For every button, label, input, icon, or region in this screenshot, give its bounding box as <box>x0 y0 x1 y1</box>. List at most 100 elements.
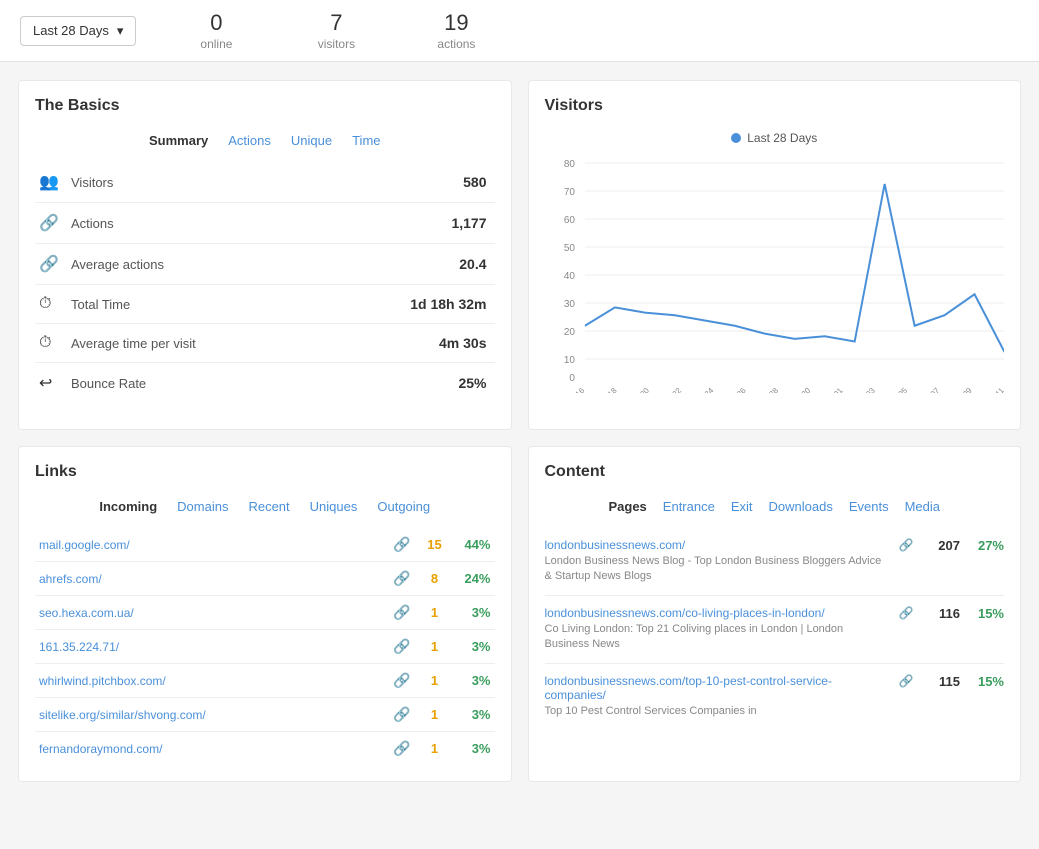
row-value: 20.4 <box>324 244 495 285</box>
content-pct: 15% <box>968 606 1004 621</box>
visitors-value: 7 <box>296 10 376 36</box>
tab-events[interactable]: Events <box>849 497 889 516</box>
tab-unique[interactable]: Unique <box>291 131 332 150</box>
visitors-title: Visitors <box>545 97 1005 115</box>
content-tabs: Pages Entrance Exit Downloads Events Med… <box>545 497 1005 516</box>
row-label: Total Time <box>67 285 324 324</box>
link-pct: 3% <box>455 596 495 630</box>
links-tabs: Incoming Domains Recent Uniques Outgoing <box>35 497 495 516</box>
content-info: londonbusinessnews.com/ London Business … <box>545 538 889 585</box>
link-count: 1 <box>415 664 455 698</box>
tab-entrance[interactable]: Entrance <box>663 497 715 516</box>
external-icon[interactable]: 🔗 <box>896 674 916 688</box>
row-value: 1,177 <box>324 203 495 244</box>
row-label: Average actions <box>67 244 324 285</box>
link-count: 1 <box>415 630 455 664</box>
link-url[interactable]: ahrefs.com/ <box>39 572 102 586</box>
stat-actions: 19 actions <box>416 10 496 51</box>
external-link-icon[interactable]: 🔗 <box>393 706 410 722</box>
tab-exit[interactable]: Exit <box>731 497 753 516</box>
external-link-icon[interactable]: 🔗 <box>393 740 410 756</box>
svg-text:40: 40 <box>563 271 575 282</box>
link-url[interactable]: fernandoraymond.com/ <box>39 742 162 756</box>
svg-text:2021-01-11: 2021-01-11 <box>971 386 1004 393</box>
content-desc: Co Living London: Top 21 Coliving places… <box>545 622 889 653</box>
svg-text:2021-01-09: 2021-01-09 <box>938 386 974 393</box>
row-icon: ⏱ <box>39 295 51 312</box>
tab-media[interactable]: Media <box>905 497 940 516</box>
visitors-panel: Visitors Last 28 Days 80 70 60 50 4 <box>528 80 1022 430</box>
external-link-icon[interactable]: 🔗 <box>393 536 410 552</box>
svg-text:70: 70 <box>563 187 575 198</box>
external-icon[interactable]: 🔗 <box>896 538 916 552</box>
row-icon: 🔗 <box>39 256 59 273</box>
online-label: online <box>200 37 232 51</box>
svg-text:80: 80 <box>563 159 575 170</box>
link-url[interactable]: 161.35.224.71/ <box>39 640 119 654</box>
tab-domains[interactable]: Domains <box>177 497 228 516</box>
tab-outgoing[interactable]: Outgoing <box>377 497 430 516</box>
row-icon: ↩ <box>39 375 52 392</box>
basics-row: 🔗 Average actions 20.4 <box>35 244 495 285</box>
online-value: 0 <box>176 10 256 36</box>
list-item: londonbusinessnews.com/co-living-places-… <box>545 596 1005 664</box>
svg-text:2020-12-16: 2020-12-16 <box>551 386 587 393</box>
tab-uniques[interactable]: Uniques <box>310 497 358 516</box>
link-url[interactable]: whirlwind.pitchbox.com/ <box>39 674 166 688</box>
basics-row: ⏱ Average time per visit 4m 30s <box>35 324 495 363</box>
svg-text:10: 10 <box>563 355 575 366</box>
tab-downloads[interactable]: Downloads <box>769 497 833 516</box>
svg-text:2020-12-20: 2020-12-20 <box>615 386 651 393</box>
date-filter[interactable]: Last 28 Days ▾ <box>20 16 136 46</box>
list-item: 161.35.224.71/ 🔗 1 3% <box>35 630 495 664</box>
external-link-icon[interactable]: 🔗 <box>393 638 410 654</box>
link-pct: 24% <box>455 562 495 596</box>
content-url[interactable]: londonbusinessnews.com/top-10-pest-contr… <box>545 674 889 702</box>
svg-text:2021-01-03: 2021-01-03 <box>841 386 877 393</box>
svg-text:2020-12-28: 2020-12-28 <box>744 386 780 393</box>
content-count: 207 <box>924 538 960 553</box>
tab-incoming[interactable]: Incoming <box>99 497 157 516</box>
list-item: sitelike.org/similar/shvong.com/ 🔗 1 3% <box>35 698 495 732</box>
link-count: 8 <box>415 562 455 596</box>
link-pct: 44% <box>455 528 495 562</box>
svg-text:2020-12-30: 2020-12-30 <box>777 386 813 393</box>
content-info: londonbusinessnews.com/co-living-places-… <box>545 606 889 653</box>
row-value: 580 <box>324 162 495 203</box>
list-item: londonbusinessnews.com/ London Business … <box>545 528 1005 596</box>
link-pct: 3% <box>455 732 495 766</box>
basics-row: 🔗 Actions 1,177 <box>35 203 495 244</box>
link-url[interactable]: sitelike.org/similar/shvong.com/ <box>39 708 206 722</box>
external-link-icon[interactable]: 🔗 <box>393 604 410 620</box>
external-icon[interactable]: 🔗 <box>896 606 916 620</box>
date-dropdown[interactable]: Last 28 Days ▾ <box>20 16 136 46</box>
tab-recent[interactable]: Recent <box>248 497 289 516</box>
chevron-down-icon: ▾ <box>117 23 124 39</box>
content-info: londonbusinessnews.com/top-10-pest-contr… <box>545 674 889 719</box>
list-item: whirlwind.pitchbox.com/ 🔗 1 3% <box>35 664 495 698</box>
links-table: mail.google.com/ 🔗 15 44% ahrefs.com/ 🔗 … <box>35 528 495 765</box>
svg-text:2020-12-18: 2020-12-18 <box>583 386 619 393</box>
svg-text:50: 50 <box>563 243 575 254</box>
row-label: Average time per visit <box>67 324 324 363</box>
links-title: Links <box>35 463 495 481</box>
link-url[interactable]: mail.google.com/ <box>39 538 130 552</box>
tab-actions[interactable]: Actions <box>228 131 271 150</box>
tab-summary[interactable]: Summary <box>149 131 208 150</box>
tab-pages[interactable]: Pages <box>608 497 646 516</box>
svg-text:2020-12-26: 2020-12-26 <box>712 386 748 393</box>
external-link-icon[interactable]: 🔗 <box>393 570 410 586</box>
legend-label: Last 28 Days <box>747 131 817 145</box>
row-icon: 🔗 <box>39 215 59 232</box>
row-icon: ⏱ <box>39 334 51 351</box>
svg-text:20: 20 <box>563 327 575 338</box>
content-url[interactable]: londonbusinessnews.com/co-living-places-… <box>545 606 889 620</box>
content-url[interactable]: londonbusinessnews.com/ <box>545 538 889 552</box>
tab-time[interactable]: Time <box>352 131 380 150</box>
row-value: 25% <box>324 363 495 404</box>
link-url[interactable]: seo.hexa.com.ua/ <box>39 606 134 620</box>
list-item: seo.hexa.com.ua/ 🔗 1 3% <box>35 596 495 630</box>
external-link-icon[interactable]: 🔗 <box>393 672 410 688</box>
row-value: 4m 30s <box>324 324 495 363</box>
svg-text:2021-01-05: 2021-01-05 <box>873 386 909 393</box>
